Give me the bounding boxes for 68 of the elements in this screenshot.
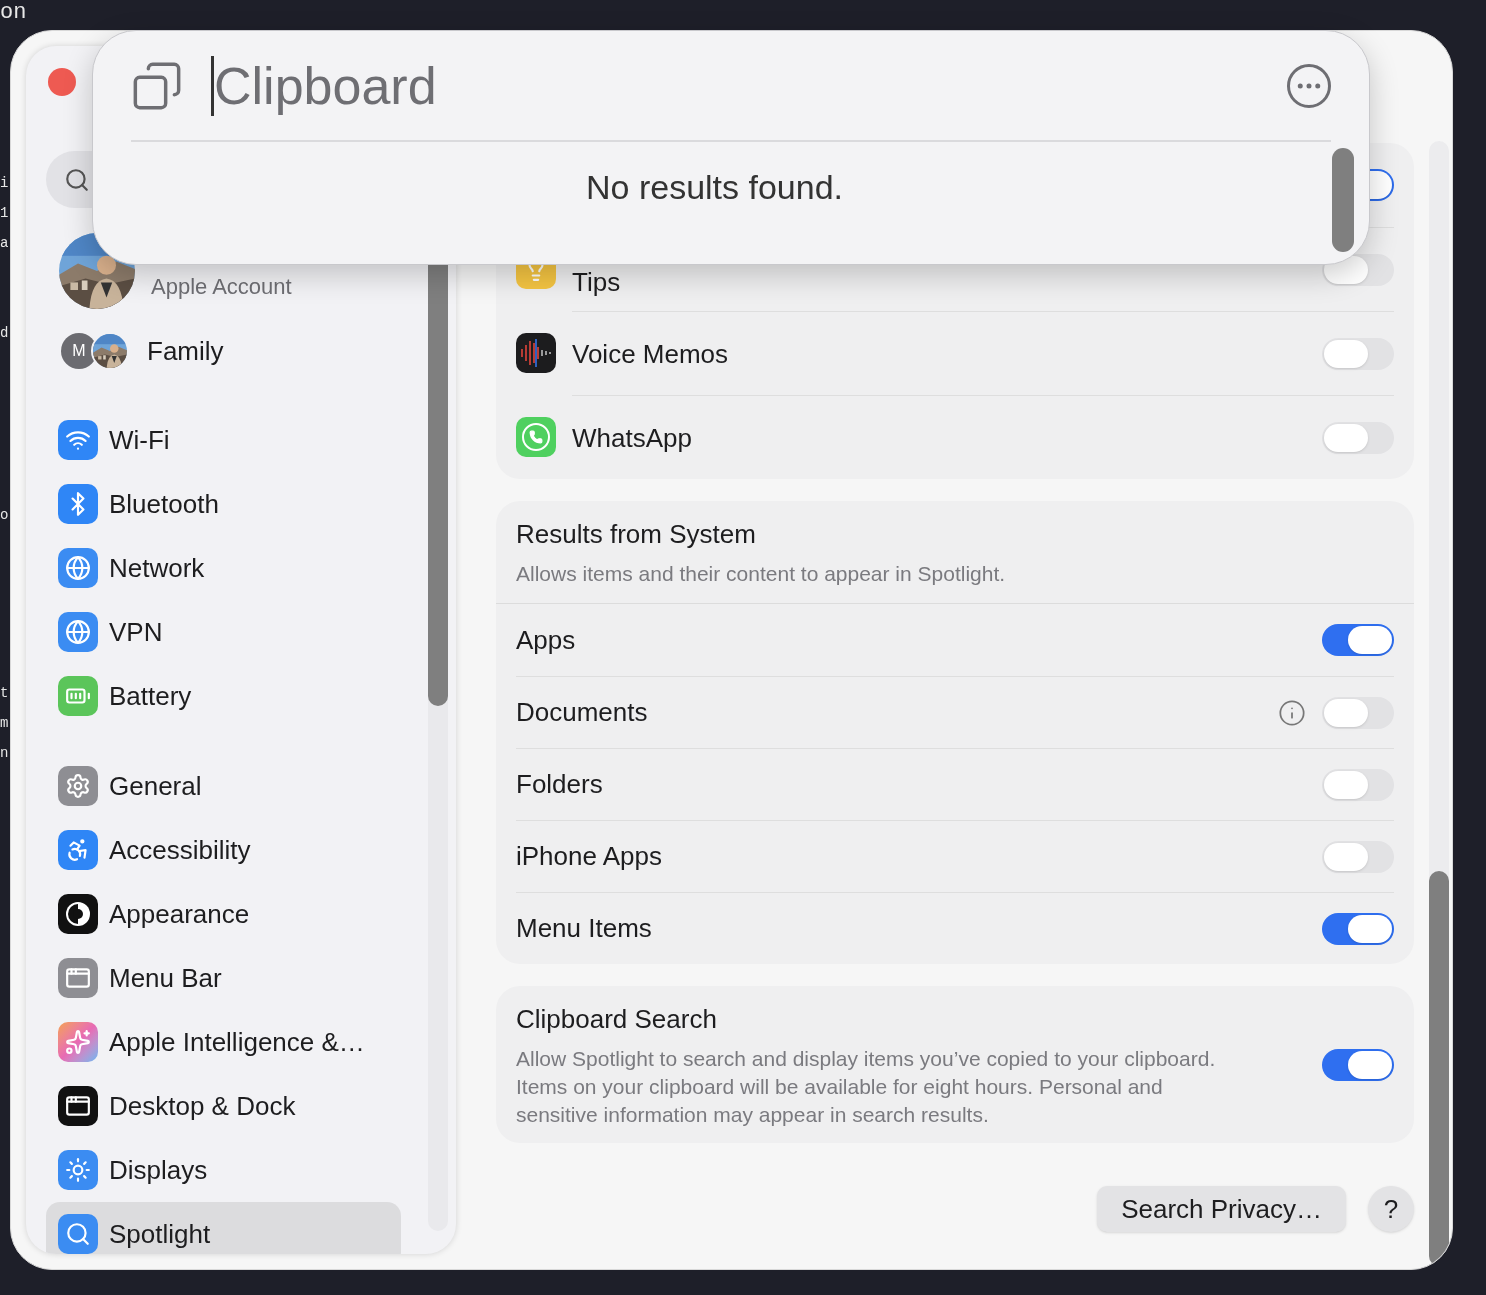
account-subtitle: Apple Account bbox=[151, 273, 292, 301]
option-label: iPhone Apps bbox=[516, 840, 662, 873]
terminal-text: 1 bbox=[0, 204, 9, 223]
terminal-text: on bbox=[0, 0, 27, 26]
sidebar-item[interactable]: General bbox=[46, 754, 401, 818]
option-label: Documents bbox=[516, 696, 648, 729]
toggle-switch[interactable] bbox=[1322, 696, 1394, 729]
sidebar-item[interactable]: Desktop & Dock bbox=[46, 1074, 401, 1138]
terminal-text: i bbox=[0, 174, 9, 193]
option-label: Apps bbox=[516, 623, 576, 657]
bluetooth-icon bbox=[58, 484, 98, 524]
sidebar-item[interactable]: Accessibility bbox=[46, 818, 401, 882]
accessibility-icon bbox=[58, 830, 98, 870]
toggle-switch[interactable] bbox=[1322, 840, 1394, 873]
sidebar-item[interactable]: Wi-Fi bbox=[46, 408, 401, 472]
terminal-text: m bbox=[0, 714, 9, 733]
phone-bubble-icon bbox=[516, 417, 556, 457]
toggle-switch[interactable] bbox=[1322, 912, 1394, 945]
app-name: Voice Memos bbox=[572, 338, 729, 371]
terminal-text: a bbox=[0, 234, 9, 253]
toggle-switch[interactable] bbox=[1322, 768, 1394, 801]
sidebar-item[interactable]: Appearance bbox=[46, 882, 401, 946]
sidebar-item[interactable]: Apple Intelligence &… bbox=[46, 1010, 401, 1074]
search-icon bbox=[64, 166, 90, 193]
family-item[interactable]: M Family bbox=[61, 331, 456, 371]
battery-icon bbox=[58, 676, 98, 716]
window-icon bbox=[58, 1086, 98, 1126]
sun-icon bbox=[58, 1150, 98, 1190]
sidebar-item[interactable]: Bluetooth bbox=[46, 472, 401, 536]
sidebar-item[interactable]: Spotlight bbox=[46, 1202, 401, 1254]
section-title: Clipboard Search bbox=[516, 1003, 718, 1036]
sidebar-item[interactable]: Battery bbox=[46, 664, 401, 728]
no-results-message: No results found. bbox=[586, 167, 844, 208]
contrast-icon bbox=[58, 894, 98, 934]
wifi-icon bbox=[58, 420, 98, 460]
sidebar-item[interactable]: VPN bbox=[46, 600, 401, 664]
more-options-icon[interactable] bbox=[1287, 63, 1331, 108]
search-privacy-button[interactable]: Search Privacy… bbox=[1097, 1186, 1346, 1232]
toggle-switch[interactable] bbox=[1322, 624, 1394, 656]
sidebar-item[interactable]: Displays bbox=[46, 1138, 401, 1202]
option-label: Menu Items bbox=[516, 912, 652, 945]
globe-icon bbox=[58, 548, 98, 588]
toggle-switch[interactable] bbox=[1322, 337, 1394, 370]
waveform-icon bbox=[516, 333, 556, 373]
terminal-text: n bbox=[0, 744, 9, 763]
help-button[interactable]: ? bbox=[1368, 1186, 1414, 1232]
app-name: WhatsApp bbox=[572, 422, 692, 455]
sparkle-icon bbox=[58, 1022, 98, 1062]
app-name: Tips bbox=[572, 266, 621, 299]
terminal-text: o bbox=[0, 506, 9, 525]
section-title: Results from System bbox=[516, 517, 757, 551]
toggle-switch[interactable] bbox=[1322, 1048, 1394, 1081]
terminal-text: t bbox=[0, 684, 9, 703]
spotlight-search-field[interactable]: Clipboard bbox=[211, 55, 1259, 116]
info-icon[interactable] bbox=[1278, 698, 1306, 727]
terminal-text: d bbox=[0, 324, 9, 343]
sidebar-item[interactable]: Network bbox=[46, 536, 401, 600]
search-icon bbox=[58, 1214, 98, 1254]
section-description: Allows items and their content to appear in Spotlight. bbox=[516, 560, 1007, 587]
toggle-switch[interactable] bbox=[1322, 421, 1394, 454]
sidebar-item[interactable]: Menu Bar bbox=[46, 946, 401, 1010]
scrollbar-thumb[interactable] bbox=[1332, 148, 1354, 252]
window-icon bbox=[58, 958, 98, 998]
gear-icon bbox=[58, 766, 98, 806]
section-description: Allow Spotlight to search and display items you’ve copied to your clipboard. Items on your clipboard will be available for eight hours. Personal and sensitive information may appear in search results. bbox=[516, 1046, 1217, 1128]
globe-icon bbox=[58, 612, 98, 652]
close-window-button[interactable] bbox=[48, 68, 76, 96]
option-label: Folders bbox=[516, 768, 603, 801]
